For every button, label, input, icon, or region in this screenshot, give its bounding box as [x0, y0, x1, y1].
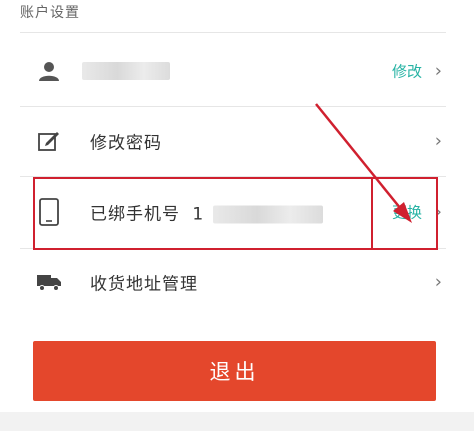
chevron-right-icon: › — [434, 271, 442, 293]
truck-icon — [36, 269, 62, 295]
chevron-right-icon: › — [434, 60, 442, 82]
user-icon — [36, 58, 62, 84]
profile-row[interactable]: 修改 › — [16, 38, 456, 104]
chevron-right-icon: › — [434, 130, 442, 152]
address-management-label: 收货地址管理 — [90, 274, 198, 295]
edit-profile-link[interactable]: 修改 — [392, 61, 422, 82]
section-title: 账户设置 — [20, 5, 80, 21]
change-password-row[interactable]: 修改密码 › — [16, 108, 456, 174]
section-divider — [20, 32, 446, 33]
address-management-row[interactable]: 收货地址管理 › — [16, 249, 456, 315]
logout-button[interactable]: 退出 — [33, 341, 436, 401]
row-divider — [20, 106, 446, 107]
annotation-highlight-action-box — [371, 177, 438, 250]
bottom-background — [0, 412, 474, 431]
edit-icon — [36, 128, 62, 154]
username-redacted — [82, 61, 170, 81]
change-password-label: 修改密码 — [90, 133, 162, 154]
